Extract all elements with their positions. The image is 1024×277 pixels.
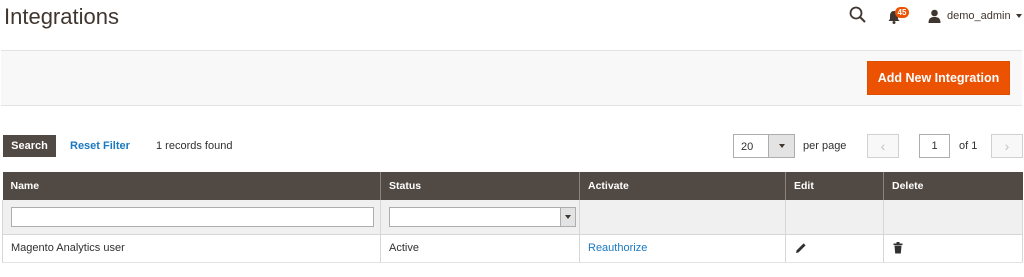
filter-cell-name xyxy=(2,200,381,235)
table-row: Magento Analytics user Active Reauthoriz… xyxy=(2,234,1023,263)
name-filter-input[interactable] xyxy=(11,206,374,227)
integrations-grid: Name Status Activate Edit Delete Magento… xyxy=(2,172,1023,263)
grid-header-row: Name Status Activate Edit Delete xyxy=(2,172,1023,200)
chevron-down-icon xyxy=(1015,14,1022,18)
column-header-activate: Activate xyxy=(579,172,786,200)
current-page-input[interactable] xyxy=(919,134,950,158)
chevron-right-icon: › xyxy=(1004,138,1010,154)
pencil-icon[interactable] xyxy=(795,242,807,254)
filter-cell-empty xyxy=(579,200,786,235)
delete-cell xyxy=(883,234,1023,263)
activate-cell: Reauthorize xyxy=(579,234,786,263)
records-found: 1 records found xyxy=(156,140,233,152)
filter-row xyxy=(2,200,1023,235)
reauthorize-link[interactable]: Reauthorize xyxy=(588,242,647,254)
reset-filter-link[interactable]: Reset Filter xyxy=(70,140,130,152)
per-page-value: 20 xyxy=(741,141,754,153)
total-pages: of 1 xyxy=(959,140,978,152)
filter-cell-empty xyxy=(785,200,884,235)
notifications-button[interactable]: 45 xyxy=(887,6,913,26)
edit-cell xyxy=(785,234,884,263)
status-filter-select[interactable] xyxy=(389,206,576,227)
user-icon xyxy=(928,9,941,23)
integration-name: Magento Analytics user xyxy=(2,234,381,263)
user-name: demo_admin xyxy=(947,10,1011,22)
page-actions-bar: Add New Integration xyxy=(1,50,1022,106)
chevron-down-icon[interactable] xyxy=(768,135,794,157)
notification-count-badge: 45 xyxy=(895,7,909,18)
column-header-edit: Edit xyxy=(785,172,884,200)
user-menu[interactable]: demo_admin xyxy=(928,6,1022,26)
per-page-select[interactable]: 20 xyxy=(733,134,795,158)
page-title: Integrations xyxy=(4,4,119,29)
chevron-left-icon: ‹ xyxy=(880,138,886,154)
search-icon[interactable] xyxy=(849,6,867,24)
previous-page-button[interactable]: ‹ xyxy=(867,134,899,158)
filter-cell-empty xyxy=(883,200,1023,235)
column-header-name[interactable]: Name xyxy=(2,172,381,200)
column-header-delete: Delete xyxy=(883,172,1023,200)
add-new-integration-button[interactable]: Add New Integration xyxy=(867,61,1010,95)
search-button[interactable]: Search xyxy=(3,135,56,157)
next-page-button[interactable]: › xyxy=(991,134,1023,158)
per-page-label: per page xyxy=(803,140,847,152)
filter-cell-status xyxy=(380,200,580,235)
integration-status: Active xyxy=(380,234,580,263)
trash-icon[interactable] xyxy=(893,242,903,254)
column-header-status[interactable]: Status xyxy=(380,172,580,200)
